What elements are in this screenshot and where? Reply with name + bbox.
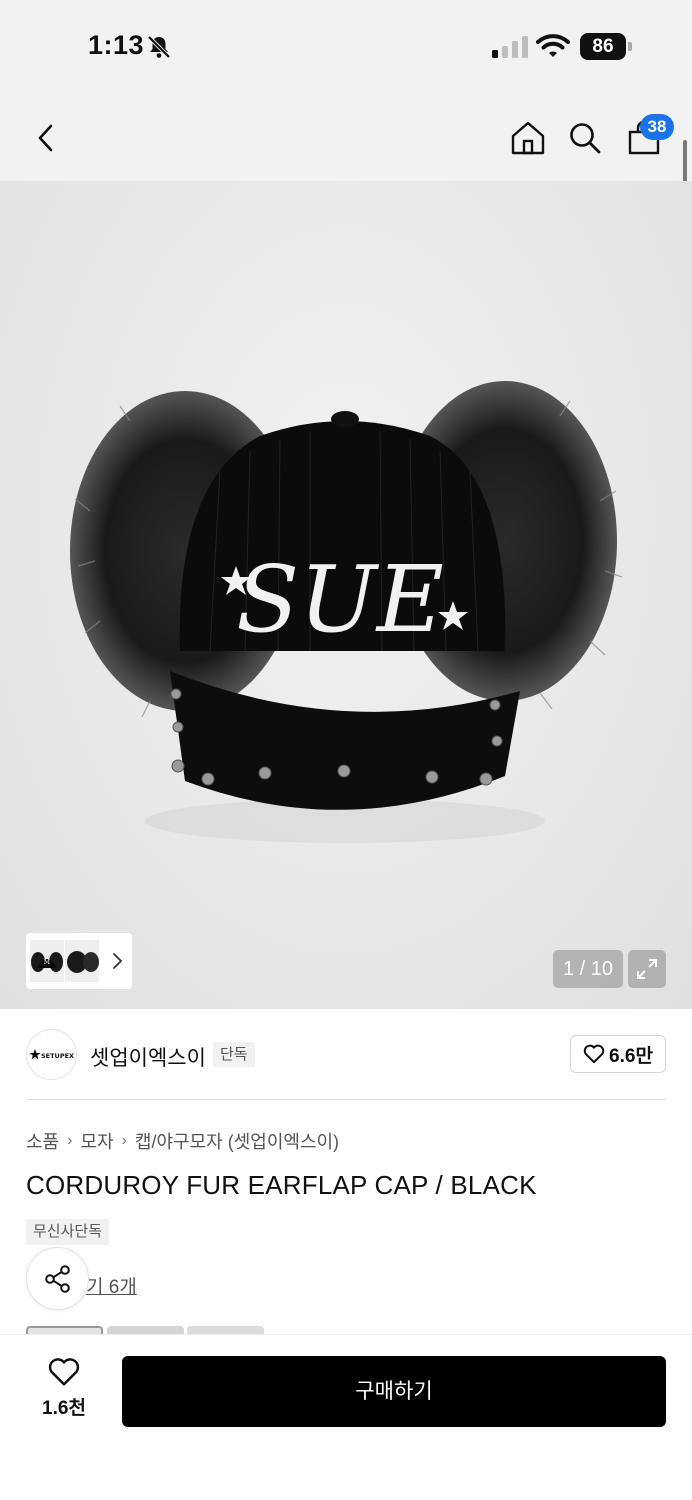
bottom-action-bar: 1.6천 구매하기 <box>0 1334 692 1500</box>
brand-name[interactable]: 셋업이엑스이 <box>90 1042 206 1072</box>
product-badge: 무신사단독 <box>26 1219 110 1245</box>
heart-icon <box>48 1358 80 1386</box>
embroidered-logo: SUE <box>236 546 444 653</box>
home-button[interactable] <box>506 95 550 181</box>
product-photo: SUE <box>70 381 623 843</box>
exclusive-tag: 단독 <box>213 1042 255 1067</box>
back-chevron-icon <box>38 124 53 152</box>
brand-logo-mark: SETUPEXE <box>29 1048 74 1060</box>
share-icon <box>44 1264 70 1293</box>
product-title: CORDUROY FUR EARFLAP CAP / BLACK <box>26 1170 537 1200</box>
brand-like-count: 6.6만 <box>609 1045 653 1067</box>
breadcrumb: 소품 › 모자 › 캡/야구모자 (셋업이엑스이) <box>26 1128 339 1154</box>
image-counter: 1 / 10 <box>553 950 623 988</box>
brand-logo[interactable]: SETUPEXE <box>26 1029 77 1080</box>
home-icon <box>511 121 545 155</box>
search-icon <box>570 123 601 154</box>
share-button[interactable] <box>26 1247 89 1310</box>
chevron-right-icon: › <box>67 1132 73 1149</box>
brand-row: SETUPEXE 셋업이엑스이 단독 6.6만 <box>0 1009 692 1101</box>
wishlist-button[interactable]: 1.6천 <box>30 1357 98 1429</box>
breadcrumb-item[interactable]: 모자 <box>80 1128 113 1154</box>
svg-text:M: M <box>44 959 50 966</box>
brand-logo-text: SETUPEXE <box>41 1052 74 1060</box>
brand-like-button[interactable]: 6.6만 <box>570 1035 666 1073</box>
battery-icon: 86 <box>580 33 632 60</box>
review-link[interactable]: 기 6개 <box>86 1272 137 1299</box>
bell-slash-icon <box>147 35 171 59</box>
search-button[interactable] <box>563 95 607 181</box>
thumbnail-image: M <box>30 940 64 982</box>
breadcrumb-item[interactable]: 소품 <box>26 1128 59 1154</box>
wishlist-count: 1.6천 <box>42 1398 86 1419</box>
breadcrumb-item[interactable]: 캡/야구모자 (셋업이엑스이) <box>135 1128 339 1154</box>
wifi-icon <box>536 34 570 57</box>
status-bar: 1:13 86 <box>0 0 692 95</box>
buy-button[interactable]: 구매하기 <box>122 1356 666 1427</box>
heart-icon <box>583 1044 605 1064</box>
cart-count-badge: 38 <box>640 114 674 140</box>
status-time: 1:13 <box>88 30 145 60</box>
divider <box>26 1099 666 1100</box>
product-image-gallery[interactable]: SUE <box>0 181 692 1009</box>
thumbnail-image <box>65 940 99 982</box>
back-button[interactable] <box>24 95 68 181</box>
top-navigation <box>0 95 692 181</box>
battery-level: 86 <box>580 33 626 60</box>
expand-image-button[interactable] <box>628 950 666 988</box>
chevron-right-icon <box>113 953 123 969</box>
signal-icon <box>492 36 528 58</box>
chevron-right-icon: › <box>121 1132 127 1149</box>
expand-icon <box>637 959 657 979</box>
thumbnail-strip[interactable]: M <box>26 933 132 989</box>
